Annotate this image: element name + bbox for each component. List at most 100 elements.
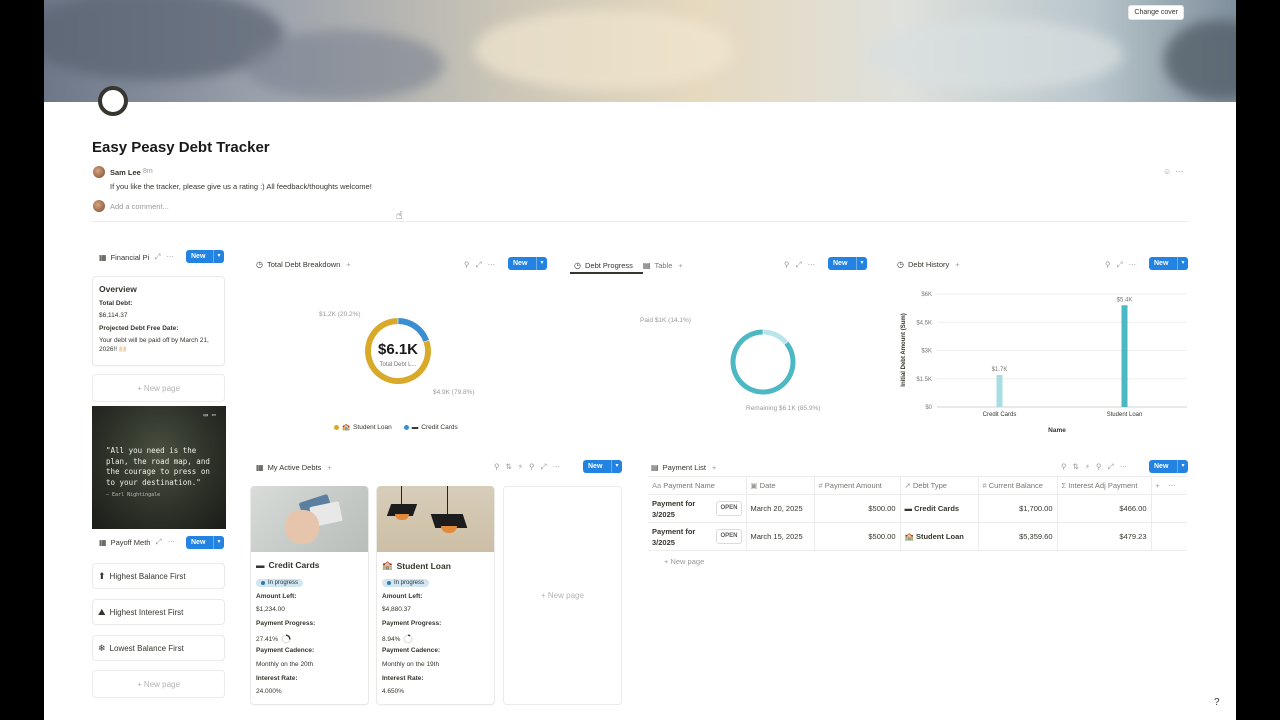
- add-comment-input[interactable]: Add a comment...: [110, 202, 169, 211]
- chevron-down-icon: ▾: [1177, 460, 1188, 473]
- help-icon[interactable]: ?: [1214, 697, 1220, 708]
- col-interest-adj[interactable]: Σ Interest Adj Payment: [1057, 476, 1152, 495]
- gallery-icon: ▦: [99, 537, 107, 547]
- open-button[interactable]: OPEN: [716, 529, 742, 544]
- breakdown-donut-chart: $6.1K Total Debt L... $1.2K (20.2%) $4.9…: [319, 311, 475, 396]
- method-highest-balance[interactable]: ⬆ Highest Balance First: [92, 563, 225, 589]
- arrow-up-circle-icon: ⬆: [98, 570, 106, 581]
- new-page-button[interactable]: + New page: [503, 486, 622, 705]
- active-debts-new-button[interactable]: New ▾: [583, 460, 622, 473]
- legend-dot: [334, 424, 339, 430]
- comment-author: Sam Lee: [110, 168, 141, 177]
- rate-label: Interest Rate:: [382, 675, 424, 682]
- total-debt-value: $6,114.37: [99, 312, 128, 319]
- financial-view-tab[interactable]: ▦ Financial Pi ⤢⋯: [99, 249, 180, 265]
- school-icon: 🏫: [904, 532, 916, 541]
- overview-card[interactable]: Overview Total Debt: $6,114.37 Projected…: [92, 276, 225, 366]
- amount-label: Amount Left:: [256, 593, 297, 600]
- view-toolbar[interactable]: ⚲⇅⚡⚲⤢⋯: [1061, 462, 1133, 472]
- view-tools[interactable]: ⤢⋯: [154, 252, 180, 262]
- rate-value: 24.000%: [256, 688, 282, 695]
- y-tick-label: $1.5K: [916, 377, 932, 383]
- payments-new-button[interactable]: New ▾: [1149, 460, 1188, 473]
- current-balance: $1,700.00: [978, 494, 1058, 523]
- card-actions[interactable]: ▭⋯: [204, 410, 220, 421]
- table-row[interactable]: Payment for 3/2025 OPEN March 20, 2025 $5…: [648, 494, 1188, 523]
- breakdown-view-tab[interactable]: ◷ Total Debt Breakdown +: [256, 256, 351, 272]
- add-view-icon[interactable]: +: [712, 463, 716, 472]
- card-icon: ▬: [256, 560, 265, 570]
- method-highest-interest[interactable]: ⛰ Highest Interest First: [92, 599, 225, 625]
- history-view-tab[interactable]: ◷ Debt History +: [897, 256, 960, 272]
- payment-date: March 20, 2025: [746, 494, 815, 523]
- free-date-text: Your debt will be paid off by March 21, …: [99, 337, 209, 353]
- view-toolbar[interactable]: ⚲⤢⋯: [784, 260, 821, 270]
- open-button[interactable]: OPEN: [716, 501, 742, 516]
- new-page-button[interactable]: + New page: [92, 374, 225, 402]
- slice-paid: [763, 329, 788, 345]
- view-toolbar[interactable]: ⚲⤢⋯: [1105, 260, 1142, 270]
- view-toolbar[interactable]: ⚲⤢⋯: [464, 260, 501, 270]
- x-tick-label: Credit Cards: [983, 412, 1017, 418]
- payments-view-tab[interactable]: ▤ Payment List +: [651, 459, 716, 475]
- x-axis-title: Name: [1048, 427, 1066, 434]
- financial-new-button[interactable]: New ▾: [186, 250, 224, 263]
- payment-name: Payment for 3/2025: [652, 526, 696, 547]
- relation-icon: ↗: [904, 481, 913, 490]
- view-tools[interactable]: ⤢⋯: [155, 537, 181, 547]
- progress-tabs[interactable]: ◷ Debt Progress ▤ Table +: [574, 257, 683, 273]
- bar-credit-cards: [996, 374, 1003, 407]
- col-date[interactable]: ▣ Date: [746, 476, 815, 495]
- legend-credit-cards: Credit Cards: [421, 423, 458, 431]
- donut-center-label: Total Debt L...: [379, 362, 416, 368]
- progress-label: Payment Progress:: [256, 620, 316, 627]
- breakdown-view-label: Total Debt Breakdown: [266, 259, 341, 269]
- active-debts-view-tab[interactable]: ▦ My Active Debts +: [256, 459, 332, 475]
- history-new-button[interactable]: New ▾: [1149, 257, 1188, 270]
- col-current-balance[interactable]: # Current Balance: [978, 476, 1058, 495]
- tab-debt-progress[interactable]: Debt Progress: [585, 261, 633, 270]
- payoff-view-tab[interactable]: ▦ Payoff Meth ⤢⋯: [99, 534, 181, 550]
- change-cover-button[interactable]: Change cover: [1128, 5, 1184, 20]
- add-view-icon[interactable]: +: [346, 260, 350, 269]
- view-toolbar[interactable]: ⚲⇅⚡⚲⤢⋯: [494, 462, 566, 472]
- mountain-icon: ⛰: [98, 606, 106, 617]
- new-page-button[interactable]: + New page: [92, 670, 225, 698]
- add-view-icon[interactable]: +: [955, 260, 959, 269]
- tab-table[interactable]: Table: [654, 261, 672, 270]
- add-view-icon[interactable]: +: [678, 261, 682, 270]
- add-column-button[interactable]: +⋯: [1151, 476, 1188, 495]
- payoff-new-button[interactable]: New ▾: [186, 536, 224, 549]
- chart-icon: ◷: [574, 260, 581, 270]
- comment-actions[interactable]: ☺⋯: [1163, 167, 1187, 176]
- rate-label: Interest Rate:: [256, 675, 298, 682]
- ring-fill: [285, 634, 291, 640]
- col-payment-amount[interactable]: # Payment Amount: [814, 476, 901, 495]
- graduation-caps-photo: [377, 486, 494, 552]
- add-view-icon[interactable]: +: [327, 463, 331, 472]
- cover-image: Change cover: [44, 0, 1236, 102]
- chart-icon: ◷: [256, 259, 263, 269]
- breakdown-legend: 🏫 Student Loan ▬ Credit Cards: [334, 423, 458, 431]
- quote-author: — Earl Nightingale: [106, 492, 161, 498]
- card-icon: ▬: [411, 423, 419, 431]
- table-icon: ▤: [651, 462, 659, 472]
- slice-label-credit: $1.2K (20.2%): [319, 311, 361, 318]
- chevron-down-icon: ▾: [611, 460, 622, 473]
- breakdown-new-button[interactable]: New ▾: [508, 257, 547, 270]
- debt-type-link[interactable]: Credit Cards: [914, 504, 959, 513]
- progress-new-button[interactable]: New ▾: [828, 257, 867, 270]
- quote-card[interactable]: "All you need is the plan, the road map,…: [92, 406, 226, 529]
- page-icon[interactable]: [98, 86, 128, 116]
- progress-label: Payment Progress:: [382, 620, 442, 627]
- debt-type-link[interactable]: Student Loan: [916, 532, 964, 541]
- method-lowest-balance[interactable]: ❄ Lowest Balance First: [92, 635, 225, 661]
- divider: [92, 221, 1188, 222]
- interest-adj-payment: $466.00: [1057, 494, 1152, 523]
- new-row-button[interactable]: + New page: [664, 557, 704, 566]
- table-row[interactable]: Payment for 3/2025 OPEN March 15, 2025 $5…: [648, 522, 1188, 551]
- page-title[interactable]: Easy Peasy Debt Tracker: [92, 139, 270, 156]
- progress-ring: [403, 634, 413, 644]
- col-debt-type[interactable]: ↗ Debt Type: [900, 476, 979, 495]
- col-payment-name[interactable]: Aa Payment Name: [648, 476, 747, 495]
